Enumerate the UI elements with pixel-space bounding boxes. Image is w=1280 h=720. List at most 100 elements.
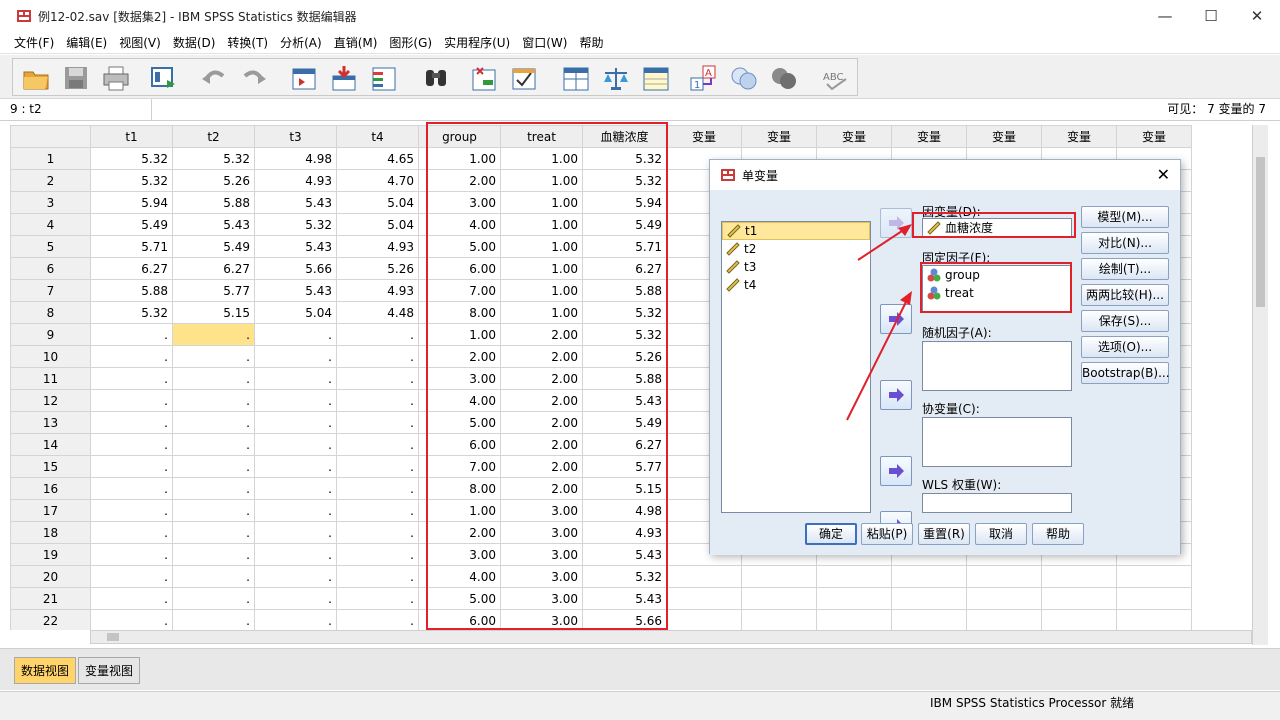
data-cell[interactable]: 5.77 [582, 455, 667, 478]
data-cell[interactable]: . [254, 367, 337, 390]
data-cell[interactable]: 1.00 [418, 499, 501, 522]
data-cell[interactable]: 2.00 [500, 411, 583, 434]
data-cell[interactable] [816, 609, 892, 630]
data-cell[interactable]: 3.00 [500, 565, 583, 588]
data-cell[interactable]: 5.32 [582, 301, 667, 324]
data-cell[interactable]: . [254, 609, 337, 630]
data-cell[interactable]: 5.49 [90, 213, 173, 236]
data-cell[interactable]: . [90, 389, 173, 412]
data-cell[interactable]: . [336, 587, 419, 610]
column-header[interactable]: t3 [254, 125, 337, 148]
column-header[interactable]: treat [500, 125, 583, 148]
data-cell[interactable]: . [90, 455, 173, 478]
list-item[interactable]: t1 [722, 222, 870, 240]
data-cell[interactable]: 3.00 [418, 367, 501, 390]
menu-direct-marketing[interactable]: 直销(M) [328, 34, 384, 51]
cancel-button[interactable]: 取消 [975, 523, 1027, 545]
row-header[interactable]: 19 [10, 543, 91, 566]
insert-cases-icon[interactable] [469, 64, 499, 92]
redo-icon[interactable] [239, 64, 269, 92]
save-icon[interactable] [61, 64, 91, 92]
data-cell[interactable]: 2.00 [418, 169, 501, 192]
data-cell[interactable] [1041, 587, 1117, 610]
data-cell[interactable]: . [172, 543, 255, 566]
data-cell[interactable]: . [254, 565, 337, 588]
data-cell[interactable]: 5.77 [172, 279, 255, 302]
data-cell[interactable]: 5.94 [582, 191, 667, 214]
column-header[interactable]: 变量 [891, 125, 967, 148]
row-header[interactable]: 14 [10, 433, 91, 456]
close-button[interactable]: ✕ [1234, 0, 1280, 32]
model-button[interactable]: 模型(M)... [1081, 206, 1169, 228]
dialog-recall-icon[interactable] [149, 64, 179, 92]
data-cell[interactable]: 5.43 [582, 587, 667, 610]
data-cell[interactable]: . [336, 367, 419, 390]
data-cell[interactable] [1116, 587, 1192, 610]
data-cell[interactable]: 5.71 [582, 235, 667, 258]
data-cell[interactable]: 5.04 [254, 301, 337, 324]
data-cell[interactable]: 5.88 [172, 191, 255, 214]
paste-button[interactable]: 粘贴(P) [861, 523, 913, 545]
data-cell[interactable]: . [254, 543, 337, 566]
data-cell[interactable]: 5.00 [418, 235, 501, 258]
row-header[interactable]: 1 [10, 147, 91, 170]
column-header[interactable]: t1 [90, 125, 173, 148]
data-cell[interactable]: 5.49 [172, 235, 255, 258]
find-icon[interactable] [421, 64, 451, 92]
row-header[interactable]: 21 [10, 587, 91, 610]
cell-reference[interactable]: 9 : t2 [4, 99, 152, 120]
list-item[interactable]: t2 [722, 240, 870, 258]
data-cell[interactable]: . [254, 411, 337, 434]
menu-help[interactable]: 帮助 [573, 34, 609, 51]
data-cell[interactable]: . [90, 499, 173, 522]
insert-variable-icon[interactable] [509, 64, 539, 92]
data-cell[interactable]: 1.00 [500, 147, 583, 170]
data-cell[interactable]: 6.27 [582, 433, 667, 456]
data-cell[interactable]: . [336, 477, 419, 500]
data-cell[interactable]: . [254, 477, 337, 500]
data-cell[interactable]: . [90, 565, 173, 588]
data-cell[interactable]: 1.00 [418, 147, 501, 170]
data-cell[interactable] [666, 587, 742, 610]
data-cell[interactable] [816, 565, 892, 588]
select-cases-icon[interactable] [641, 64, 671, 92]
minimize-button[interactable]: — [1142, 0, 1188, 32]
data-cell[interactable]: 4.98 [254, 147, 337, 170]
data-cell[interactable]: 4.98 [582, 499, 667, 522]
row-header[interactable]: 2 [10, 169, 91, 192]
data-cell[interactable]: 5.43 [582, 389, 667, 412]
data-cell[interactable] [741, 609, 817, 630]
row-header[interactable]: 17 [10, 499, 91, 522]
data-cell[interactable]: 1.00 [500, 191, 583, 214]
options-button[interactable]: 选项(O)... [1081, 336, 1169, 358]
data-cell[interactable]: 4.93 [336, 235, 419, 258]
split-file-icon[interactable] [561, 64, 591, 92]
data-cell[interactable] [666, 609, 742, 630]
list-item[interactable]: t4 [722, 276, 870, 294]
data-cell[interactable]: 3.00 [418, 191, 501, 214]
row-header[interactable]: 15 [10, 455, 91, 478]
row-header[interactable]: 22 [10, 609, 91, 630]
data-cell[interactable]: . [172, 367, 255, 390]
data-cell[interactable]: . [254, 587, 337, 610]
data-cell[interactable]: 5.00 [418, 587, 501, 610]
data-cell[interactable]: . [172, 345, 255, 368]
data-cell[interactable]: 5.32 [582, 147, 667, 170]
data-cell[interactable]: . [90, 609, 173, 630]
goto-case-icon[interactable] [289, 64, 319, 92]
maximize-button[interactable]: ☐ [1188, 0, 1234, 32]
data-cell[interactable]: 7.00 [418, 279, 501, 302]
use-sets-icon[interactable] [729, 64, 759, 92]
menu-utilities[interactable]: 实用程序(U) [438, 34, 516, 51]
menu-file[interactable]: 文件(F) [8, 34, 60, 51]
weight-cases-icon[interactable] [601, 64, 631, 92]
post-hoc-button[interactable]: 两两比较(H)... [1081, 284, 1169, 306]
row-header[interactable]: 9 [10, 323, 91, 346]
column-header[interactable]: t4 [336, 125, 419, 148]
data-cell[interactable]: 3.00 [500, 499, 583, 522]
data-cell[interactable]: . [90, 587, 173, 610]
data-cell[interactable]: . [172, 499, 255, 522]
data-cell[interactable] [666, 565, 742, 588]
list-item[interactable]: t3 [722, 258, 870, 276]
random-factor-list[interactable] [922, 341, 1072, 391]
